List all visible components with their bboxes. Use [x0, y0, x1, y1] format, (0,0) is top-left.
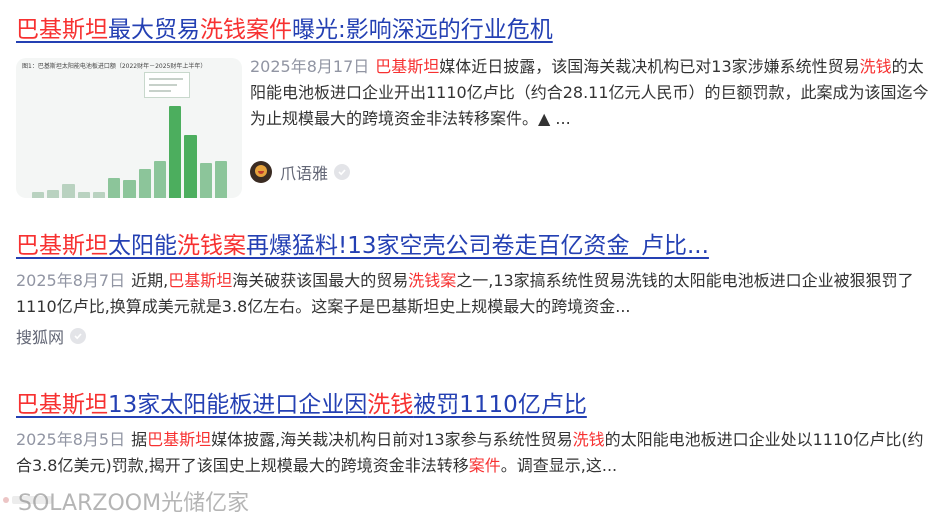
title-keyword-highlight: 巴基斯坦 — [16, 392, 108, 418]
thumbnail-bar — [184, 134, 197, 198]
search-result-1: 巴基斯坦最大贸易洗钱案件曝光:影响深远的行业危机 图1：巴基斯坦太阳能电池板进口… — [16, 14, 936, 204]
source-name: 搜狐网 — [16, 328, 65, 347]
check-circle-icon — [334, 164, 351, 180]
abstract-text: 近期, — [131, 271, 169, 290]
abstract-text: 媒体披露,海关裁决机构日前对13家参与系统性贸易 — [211, 430, 573, 449]
abstract-text: 据 — [131, 430, 148, 449]
thumbnail-chart — [32, 96, 230, 198]
abstract-keyword-highlight: 洗钱 — [859, 57, 892, 76]
result-title[interactable]: 巴基斯坦太阳能洗钱案再爆猛料!13家空壳公司卷走百亿资金_卢比... — [16, 230, 936, 262]
result-date: 2025年8月5日 — [16, 430, 126, 449]
thumbnail-legend — [144, 72, 190, 98]
thumbnail-bar — [169, 106, 182, 198]
thumbnail-bar — [32, 191, 45, 198]
title-keyword-highlight: 洗钱案件 — [200, 17, 292, 43]
thumbnail-bar — [138, 169, 151, 198]
title-keyword-highlight: 洗钱 — [367, 392, 414, 418]
result-thumbnail[interactable]: 图1：巴基斯坦太阳能电池板进口额（2022财年－2025财年上半年） — [16, 58, 242, 198]
title-text: 再爆猛料!13家空壳公司卷走百亿资金_卢比... — [246, 233, 709, 259]
result-abstract: 2025年8月17日 巴基斯坦媒体近日披露，该国海关裁决机构已对13家涉嫌系统性贸… — [250, 54, 936, 132]
thumbnail-bar — [199, 163, 212, 198]
title-text: 最大贸易 — [108, 17, 200, 43]
thumbnail-bar — [153, 161, 167, 198]
source-avatar — [250, 161, 272, 183]
thumbnail-bar — [92, 191, 106, 198]
search-result-3: 巴基斯坦13家太阳能板进口企业因洗钱被罚1110亿卢比 2025年8月5日 据巴基… — [16, 389, 936, 479]
title-keyword-highlight: 巴基斯坦 — [16, 233, 108, 259]
abstract-keyword-highlight: 巴基斯坦 — [147, 430, 212, 449]
title-text: 13家太阳能板进口企业因 — [108, 392, 368, 418]
abstract-text: 海关破获该国最大的贸易 — [232, 271, 409, 290]
abstract-keyword-highlight: 洗钱 — [572, 430, 605, 449]
watermark: SOLARZOOM光储亿家 — [18, 491, 250, 516]
title-keyword-highlight: 巴基斯坦 — [16, 17, 108, 43]
result-source[interactable]: 搜狐网 — [16, 324, 936, 348]
check-circle-icon — [70, 328, 87, 344]
result-abstract: 2025年8月7日 近期,巴基斯坦海关破获该国最大的贸易洗钱案之一,13家搞系统性… — [16, 268, 936, 320]
abstract-keyword-highlight: 洗钱案 — [408, 271, 457, 290]
abstract-keyword-highlight: 巴基斯坦 — [375, 57, 440, 76]
thumbnail-bar — [62, 183, 75, 198]
search-result-2: 巴基斯坦太阳能洗钱案再爆猛料!13家空壳公司卷走百亿资金_卢比... 2025年… — [16, 230, 936, 348]
thumbnail-bar — [214, 161, 227, 198]
result-date: 2025年8月17日 — [250, 57, 370, 76]
thumbnail-bar — [47, 189, 60, 198]
source-name: 爪语雅 — [280, 164, 329, 183]
abstract-keyword-highlight: 巴基斯坦 — [168, 271, 233, 290]
title-text: 曝光:影响深远的行业危机 — [292, 17, 553, 43]
abstract-keyword-highlight: 案件 — [468, 456, 501, 475]
title-keyword-highlight: 洗钱案 — [177, 233, 246, 259]
abstract-text: 。调查显示,这... — [500, 456, 618, 475]
result-title[interactable]: 巴基斯坦13家太阳能板进口企业因洗钱被罚1110亿卢比 — [16, 389, 936, 421]
result-date: 2025年8月7日 — [16, 271, 126, 290]
title-text: 被罚1110亿卢比 — [413, 392, 587, 418]
thumbnail-bar — [108, 177, 121, 198]
thumbnail-caption: 图1：巴基斯坦太阳能电池板进口额（2022财年－2025财年上半年） — [22, 63, 207, 70]
result-abstract: 2025年8月5日 据巴基斯坦媒体披露,海关裁决机构日前对13家参与系统性贸易洗钱… — [16, 427, 936, 479]
result-source[interactable]: 爪语雅 — [250, 160, 936, 184]
thumbnail-bar — [77, 191, 90, 198]
abstract-text: 媒体近日披露，该国海关裁决机构已对13家涉嫌系统性贸易 — [439, 57, 860, 76]
result-title[interactable]: 巴基斯坦最大贸易洗钱案件曝光:影响深远的行业危机 — [16, 14, 936, 46]
thumbnail-bar — [123, 179, 136, 198]
title-text: 太阳能 — [108, 233, 177, 259]
